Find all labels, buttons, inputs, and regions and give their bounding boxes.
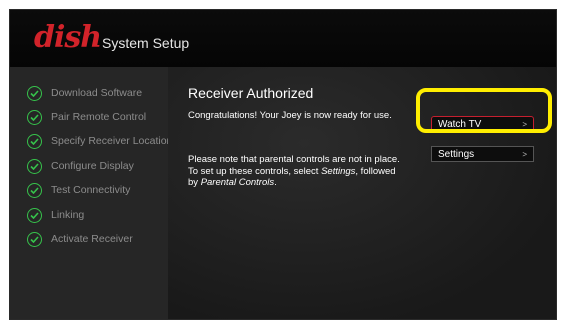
setup-step-test-connectivity: Test Connectivity [27, 181, 130, 199]
setup-step-label: Pair Remote Control [51, 111, 147, 123]
setup-step-label: Activate Receiver [51, 233, 133, 245]
check-circle-icon [27, 85, 42, 101]
parental-controls-emphasis: Parental Controls [200, 177, 275, 188]
setup-step-label: Specify Receiver Location [51, 135, 173, 147]
setup-step-receiver-location: Specify Receiver Location [27, 132, 172, 150]
chevron-right-icon: > [522, 149, 527, 159]
setup-step-activate-receiver: Activate Receiver [27, 230, 133, 248]
check-circle-icon [27, 133, 42, 149]
setup-step-label: Configure Display [51, 160, 134, 172]
parental-controls-note: Please note that parental controls are n… [188, 154, 400, 189]
check-circle-icon [27, 231, 42, 247]
setup-step-label: Test Connectivity [51, 184, 131, 196]
page-title: System Setup [102, 35, 190, 51]
dish-logo: dish [34, 20, 102, 55]
header: dish System Setup [10, 10, 556, 67]
note-line-3: by Parental Controls. [188, 177, 400, 189]
setup-step-linking: Linking [27, 206, 84, 224]
tv-screen: dish System Setup Download Software Pair… [9, 9, 557, 320]
setup-step-download-software: Download Software [27, 84, 142, 102]
note-line-1: Please note that parental controls are n… [188, 154, 400, 165]
check-circle-icon [27, 109, 42, 125]
check-circle-icon [27, 207, 42, 223]
note-line-2: To set up these controls, select Setting… [188, 166, 400, 178]
check-circle-icon [27, 182, 42, 198]
setup-step-label: Linking [51, 209, 85, 221]
main-title: Receiver Authorized [188, 85, 314, 101]
note-text: To set up these controls, select [188, 165, 322, 177]
settings-label: Settings [438, 148, 475, 160]
congrats-message: Congratulations! Your Joey is now ready … [188, 110, 392, 121]
note-text: . [274, 177, 277, 188]
setup-steps-sidebar: Download Software Pair Remote Control Sp… [10, 67, 172, 319]
settings-button[interactable]: Settings > [431, 146, 534, 162]
check-circle-icon [27, 158, 42, 174]
settings-emphasis: Settings [321, 165, 356, 177]
setup-step-configure-display: Configure Display [27, 157, 134, 175]
setup-step-pair-remote: Pair Remote Control [27, 108, 146, 126]
note-text: , followed [355, 165, 396, 177]
highlight-ring [416, 88, 552, 133]
setup-step-label: Download Software [51, 87, 143, 99]
note-text: by [188, 177, 201, 188]
